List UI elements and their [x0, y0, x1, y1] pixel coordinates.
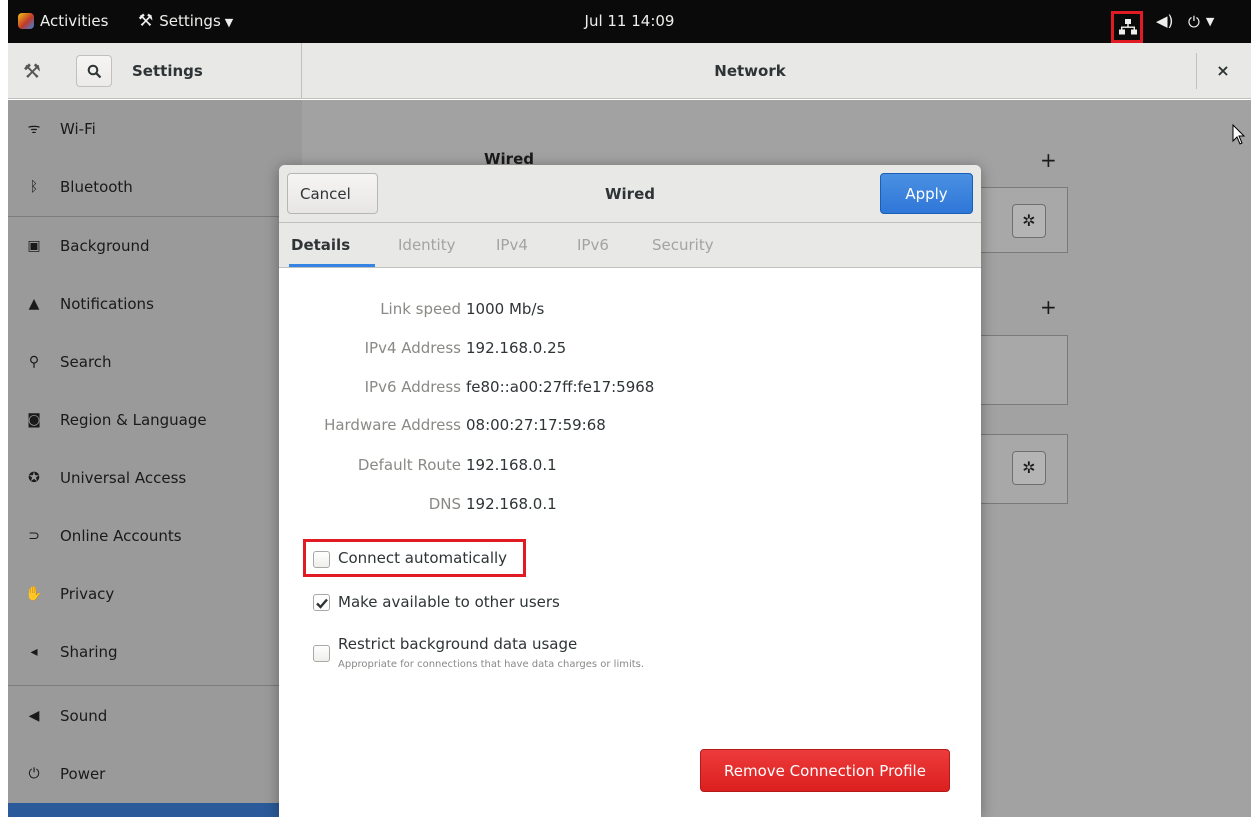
sidebar-item-power[interactable]: ⏻ Power	[8, 745, 302, 803]
sidebar-item-background[interactable]: ▣ Background	[8, 217, 302, 275]
gear-icon[interactable]: ✲	[1012, 204, 1046, 238]
chevron-down-icon: ▼	[1205, 15, 1215, 28]
hardware-address-value: 08:00:27:17:59:68	[466, 416, 606, 434]
clock[interactable]: Jul 11 14:09	[8, 0, 1251, 43]
close-button[interactable]: ×	[1208, 43, 1238, 99]
sidebar-item-region-language[interactable]: ◙ Region & Language	[8, 391, 302, 449]
gear-icon[interactable]: ✲	[1012, 451, 1046, 485]
sidebar-item-label: Universal Access	[60, 469, 187, 487]
tab-details[interactable]: Details	[291, 223, 350, 268]
dialog-header: Cancel Wired Apply	[279, 165, 981, 223]
connect-automatically-label[interactable]: Connect automatically	[338, 549, 507, 567]
dialog-title: Wired	[605, 185, 655, 203]
sidebar-item-bluetooth[interactable]: ᛒ Bluetooth	[8, 158, 302, 216]
cancel-button[interactable]: Cancel	[287, 173, 378, 214]
sidebar: ᯤ Wi-Fi ᛒ Bluetooth ▣ Background ▲ Notificat…	[8, 100, 302, 817]
ipv6-address-value: fe80::a00:27ff:fe17:5968	[466, 378, 655, 396]
sidebar-divider	[8, 685, 302, 686]
active-tab-indicator	[289, 264, 375, 267]
share-icon: ◂	[30, 644, 38, 660]
link-speed-value: 1000 Mb/s	[466, 300, 545, 318]
search-icon	[87, 64, 102, 79]
bell-icon: ▲	[28, 296, 40, 312]
sidebar-item-sharing[interactable]: ◂ Sharing	[8, 623, 302, 681]
network-status-indicator[interactable]	[1111, 11, 1143, 43]
hand-icon: ✋	[25, 586, 43, 602]
tab-ipv4[interactable]: IPv4	[496, 223, 528, 268]
hardware-address-label: Hardware Address	[324, 416, 461, 434]
wifi-icon: ᯤ	[27, 121, 41, 137]
power-icon: ⏻	[1188, 13, 1200, 31]
ipv6-address-label: IPv6 Address	[364, 378, 461, 396]
connect-automatically-checkbox[interactable]	[313, 551, 330, 568]
accessibility-icon: ✪	[28, 470, 40, 486]
link-speed-label: Link speed	[380, 300, 461, 318]
ipv4-address-label: IPv4 Address	[364, 339, 461, 357]
default-route-label: Default Route	[357, 456, 461, 474]
sidebar-item-network-selected[interactable]	[8, 803, 302, 817]
checkmark-icon	[316, 598, 328, 609]
tab-identity[interactable]: Identity	[398, 223, 456, 268]
sidebar-item-privacy[interactable]: ✋ Privacy	[8, 565, 302, 623]
default-route-value: 192.168.0.1	[466, 456, 557, 474]
sidebar-item-label: Sound	[60, 707, 108, 725]
speaker-icon: ◀	[28, 708, 40, 724]
sidebar-item-online-accounts[interactable]: ⊃ Online Accounts	[8, 507, 302, 565]
sidebar-item-label: Privacy	[60, 585, 115, 603]
region-icon: ◙	[27, 412, 41, 428]
add-vpn-button[interactable]: +	[1040, 295, 1057, 319]
sidebar-item-label: Search	[60, 353, 112, 371]
background-icon: ▣	[27, 238, 41, 254]
page-title: Network	[714, 62, 786, 80]
header-divider	[1196, 53, 1197, 89]
apply-button[interactable]: Apply	[880, 173, 973, 214]
sidebar-item-label: Power	[60, 765, 106, 783]
make-available-label[interactable]: Make available to other users	[338, 593, 560, 611]
sidebar-item-label: Wi-Fi	[60, 120, 96, 138]
sidebar-item-search[interactable]: ⚲ Search	[8, 333, 302, 391]
search-button[interactable]	[76, 55, 112, 87]
make-available-checkbox[interactable]	[313, 594, 330, 611]
sidebar-item-label: Online Accounts	[60, 527, 182, 545]
dialog-tabs: Details Identity IPv4 IPv6 Security	[279, 223, 981, 268]
dns-label: DNS	[428, 495, 461, 513]
restrict-background-data-checkbox[interactable]	[313, 645, 330, 662]
sidebar-item-label: Notifications	[60, 295, 154, 313]
sidebar-item-label: Background	[60, 237, 150, 255]
header-bar: ⚒ Settings Network ×	[8, 43, 1251, 99]
mouse-pointer-icon	[1232, 124, 1246, 145]
remove-connection-profile-button[interactable]: Remove Connection Profile	[700, 749, 950, 792]
power-icon: ⏻	[28, 766, 40, 782]
wired-network-icon	[1119, 19, 1137, 35]
sidebar-item-label: Bluetooth	[60, 178, 133, 196]
wired-settings-dialog: Cancel Wired Apply Details Identity IPv4…	[279, 165, 981, 817]
sidebar-item-wifi[interactable]: ᯤ Wi-Fi	[8, 100, 302, 158]
sidebar-item-notifications[interactable]: ▲ Notifications	[8, 275, 302, 333]
ipv4-address-value: 192.168.0.25	[466, 339, 567, 357]
sidebar-item-universal-access[interactable]: ✪ Universal Access	[8, 449, 302, 507]
add-wired-button[interactable]: +	[1040, 148, 1057, 172]
power-menu[interactable]: ⏻ ▼	[1188, 0, 1214, 43]
restrict-background-data-label[interactable]: Restrict background data usage	[338, 635, 577, 653]
bluetooth-icon: ᛒ	[29, 179, 39, 195]
sidebar-item-sound[interactable]: ◀ Sound	[8, 687, 302, 745]
sidebar-header: ⚒ Settings	[8, 43, 302, 99]
search-icon: ⚲	[28, 354, 40, 370]
restrict-background-data-description: Appropriate for connections that have da…	[338, 659, 645, 670]
vpn-section-frame	[978, 335, 1068, 405]
dns-value: 192.168.0.1	[466, 495, 557, 513]
tab-ipv6[interactable]: IPv6	[577, 223, 609, 268]
settings-tools-icon: ⚒	[23, 59, 41, 83]
volume-icon[interactable]: ◀)	[1156, 0, 1173, 43]
sidebar-item-label: Region & Language	[60, 411, 207, 429]
sidebar-title: Settings	[132, 62, 203, 80]
sidebar-item-label: Sharing	[60, 643, 118, 661]
tab-security[interactable]: Security	[652, 223, 714, 268]
top-bar: Activities ⚒ Settings ▼ Jul 11 14:09 ◀) ⏻ ▼	[8, 0, 1251, 43]
online-accounts-icon: ⊃	[28, 528, 40, 544]
